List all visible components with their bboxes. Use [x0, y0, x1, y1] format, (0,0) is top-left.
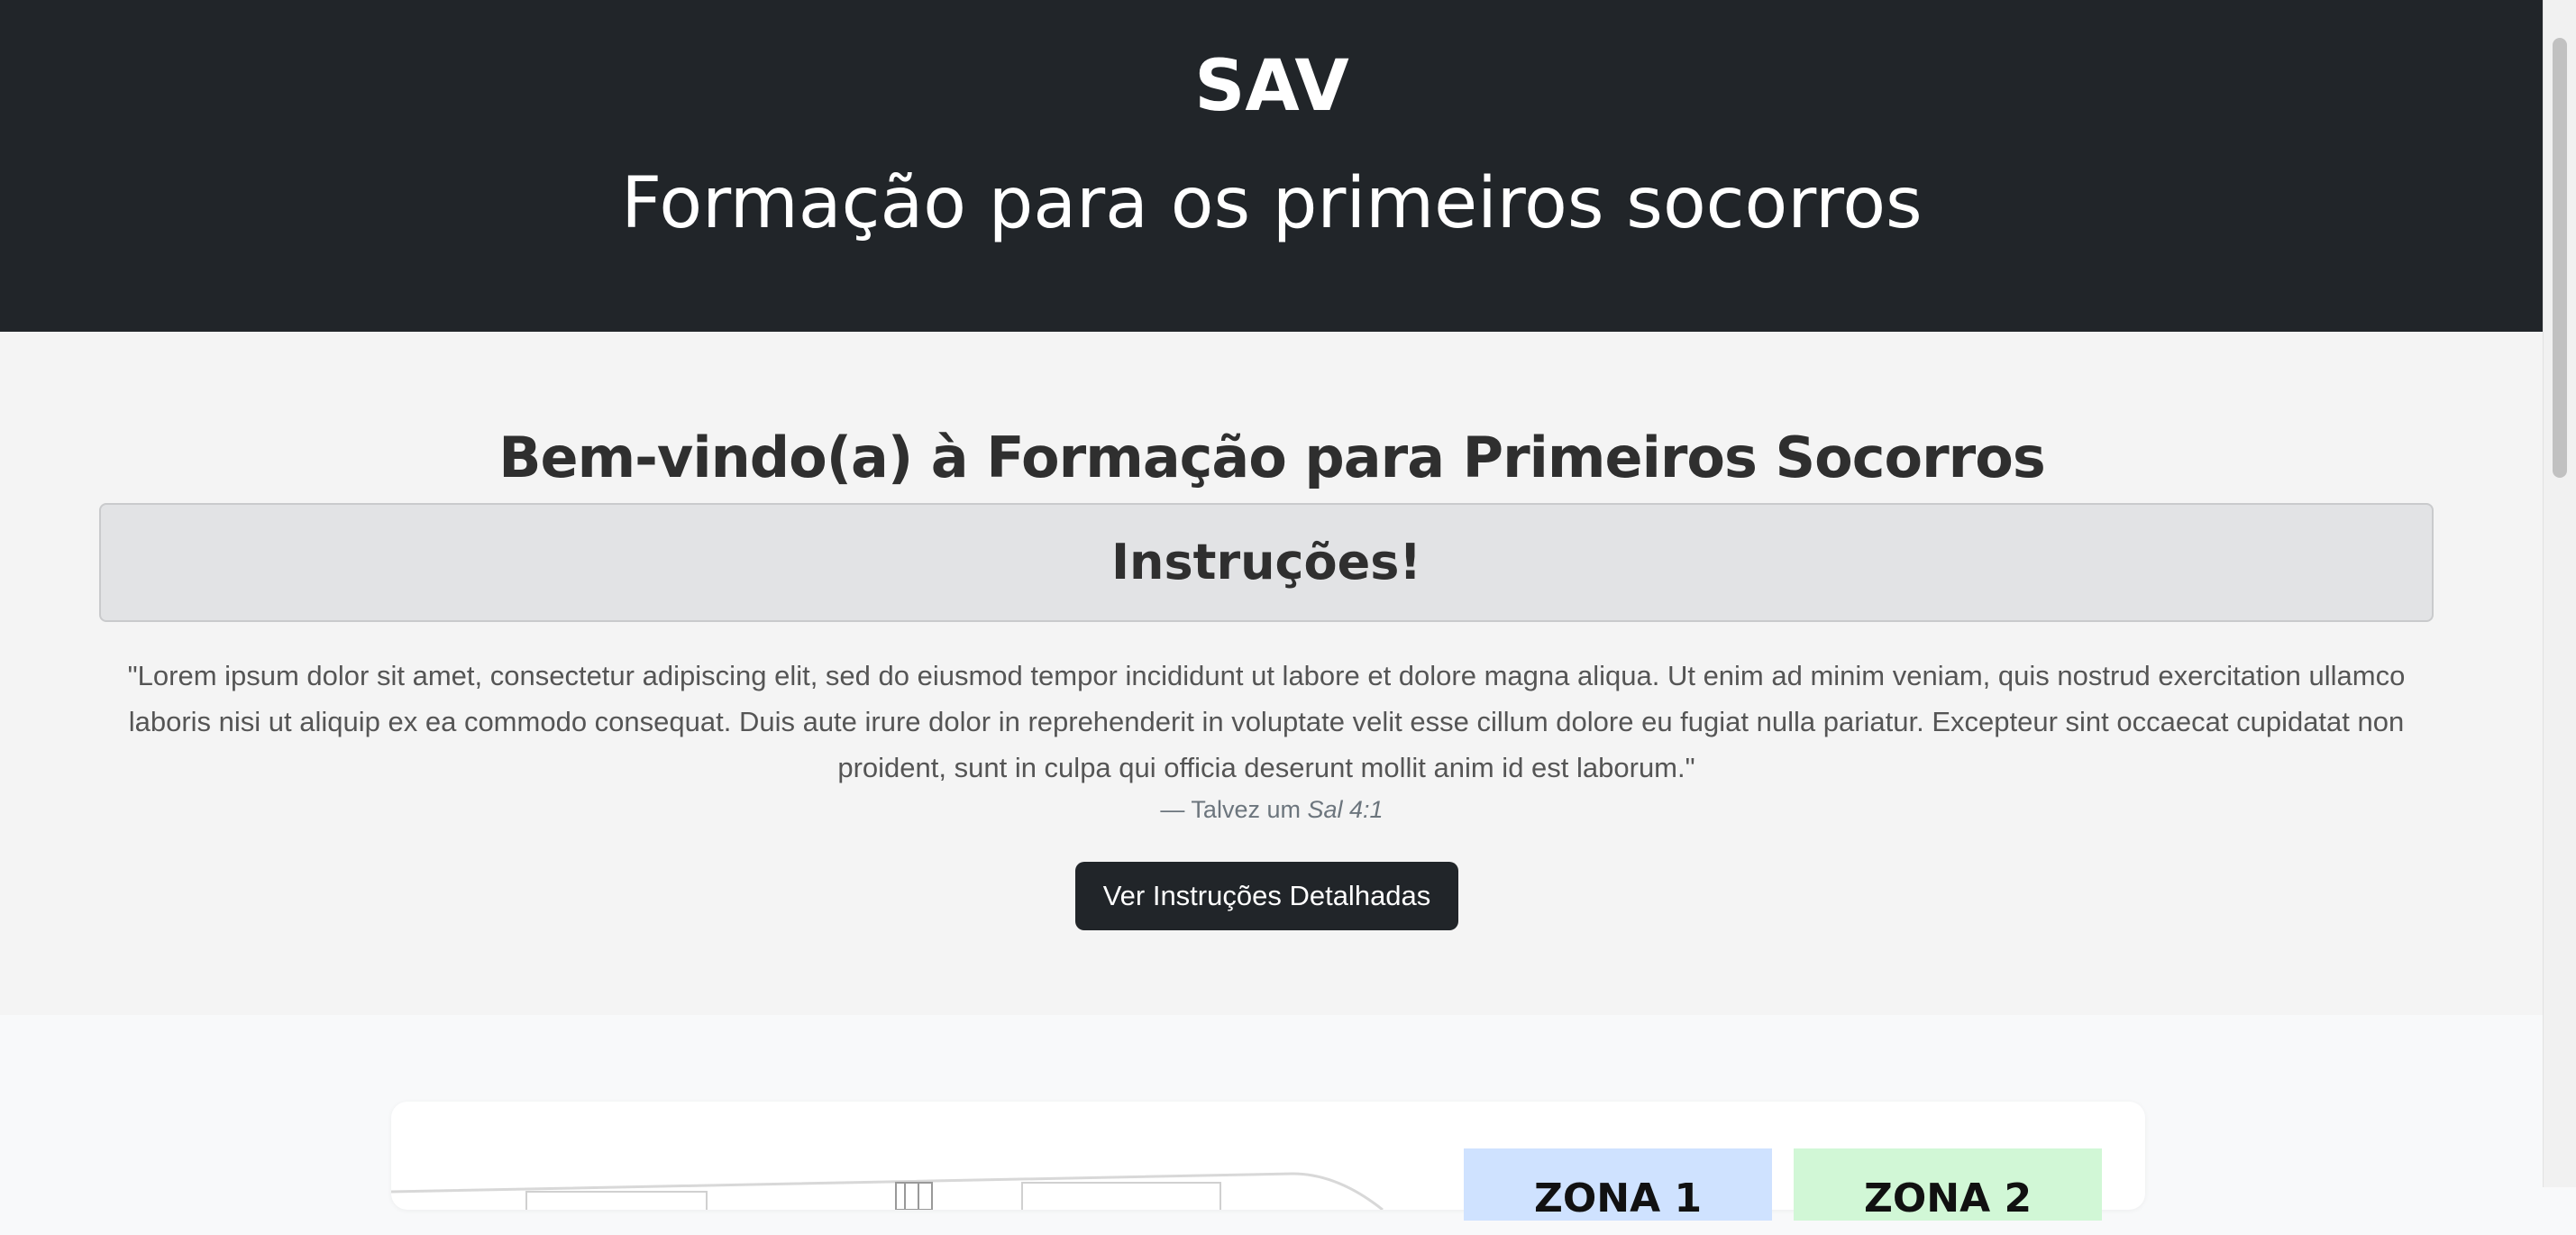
zones-card: ZONA 1 ZONA 2	[391, 1102, 2145, 1221]
welcome-title: Bem-vindo(a) à Formação para Primeiros S…	[498, 425, 2045, 490]
welcome-section: Bem-vindo(a) à Formação para Primeiros S…	[0, 332, 2544, 1015]
site-header: SAV Formação para os primeiros socorros	[0, 0, 2544, 332]
scrollbar-thumb[interactable]	[2553, 38, 2567, 478]
zone-2-button[interactable]: ZONA 2	[1794, 1148, 2102, 1221]
floor-plan-image	[391, 1156, 1392, 1210]
citation-source: Sal 4:1	[1307, 796, 1384, 823]
detailed-instructions-button[interactable]: Ver Instruções Detalhadas	[1075, 862, 1458, 930]
site-subtitle: Formação para os primeiros socorros	[621, 163, 1923, 244]
quote-citation: — Talvez um Sal 4:1	[0, 795, 2544, 824]
brand-title: SAV	[1194, 46, 1349, 127]
quote-text: "Lorem ipsum dolor sit amet, consectetur…	[127, 660, 2406, 783]
page-scrollbar[interactable]	[2543, 0, 2576, 1187]
citation-prefix: — Talvez um	[1160, 796, 1301, 823]
zone-1-button[interactable]: ZONA 1	[1464, 1148, 1772, 1221]
instructions-title: Instruções!	[1110, 534, 1422, 590]
floor-plan-drawing	[391, 1172, 1384, 1210]
instructions-banner: Instruções!	[99, 503, 2434, 622]
